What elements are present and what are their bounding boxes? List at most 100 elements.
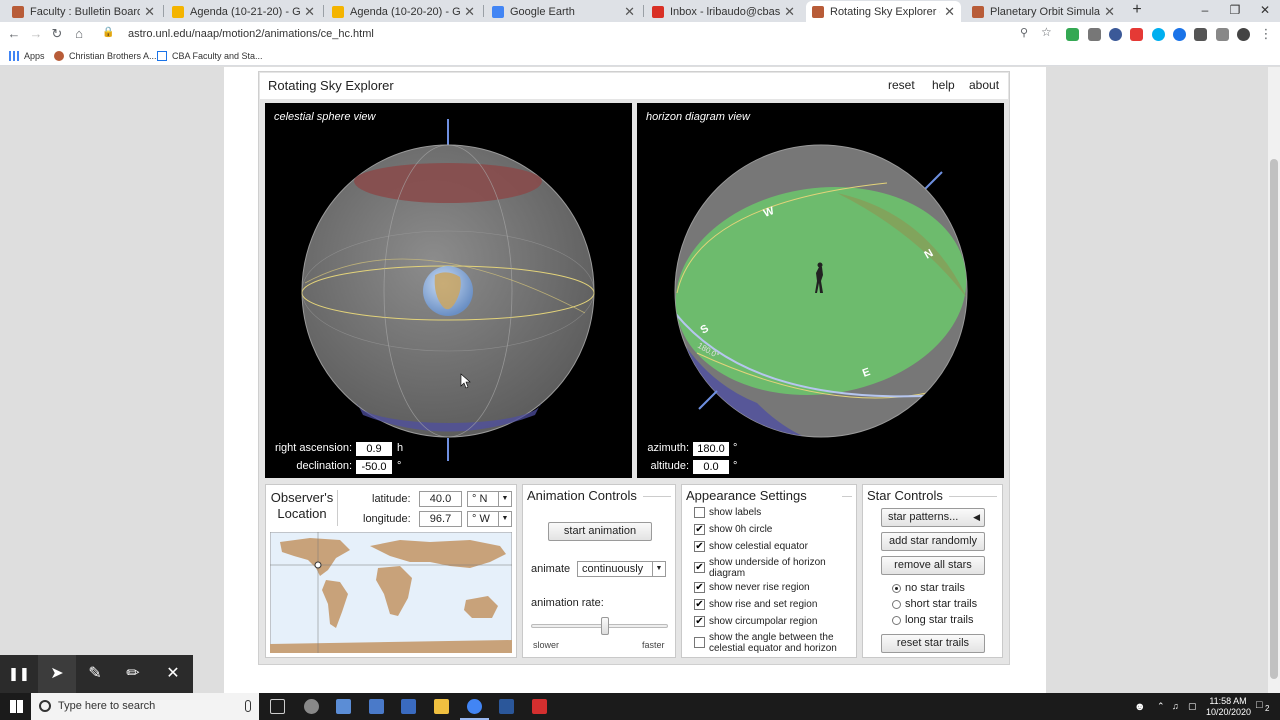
checkbox-label[interactable]: show the angle between the celestial equ…	[709, 632, 849, 654]
radio-button[interactable]	[892, 616, 901, 625]
pen-icon[interactable]: ✎	[76, 655, 114, 693]
taskbar-app-icon[interactable]	[401, 699, 416, 714]
checkbox[interactable]: ✔	[694, 524, 705, 535]
taskbar-search[interactable]: Type here to search	[31, 693, 259, 720]
browser-tab[interactable]: Faculty : Bulletin Board ✕	[6, 1, 161, 22]
celestial-sphere-graphic[interactable]	[265, 103, 632, 478]
radio-button[interactable]	[892, 600, 901, 609]
pointer-icon[interactable]: ➤	[38, 655, 76, 693]
task-view-icon[interactable]	[270, 699, 285, 714]
taskbar-app-icon[interactable]	[304, 699, 319, 714]
star-patterns-button[interactable]: star patterns... ◀	[881, 508, 985, 527]
browser-tab[interactable]: Google Earth ✕	[486, 1, 641, 22]
microphone-icon[interactable]	[245, 700, 251, 712]
word-icon[interactable]	[499, 699, 514, 714]
latitude-input[interactable]: 40.0	[419, 491, 462, 507]
add-star-button[interactable]: add star randomly	[881, 532, 985, 551]
camera-app-icon[interactable]	[336, 699, 351, 714]
browser-tab[interactable]: Inbox - lribaudo@cbasyr.org - Ch✕	[646, 1, 801, 22]
close-icon[interactable]: ✕	[944, 4, 955, 20]
checkbox-label[interactable]: show 0h circle	[709, 524, 849, 535]
checkbox[interactable]	[694, 507, 705, 518]
radio-button[interactable]	[892, 584, 901, 593]
azimuth-input[interactable]: 180.0	[693, 442, 729, 456]
checkbox[interactable]: ✔	[694, 599, 705, 610]
notifications-icon[interactable]: □	[1256, 699, 1263, 711]
network-icon[interactable]: ▢	[1188, 701, 1197, 712]
avatar[interactable]	[1237, 28, 1250, 41]
bookmark-apps[interactable]: Apps	[9, 51, 45, 61]
slider-thumb[interactable]	[601, 617, 609, 635]
close-icon[interactable]: ✕	[304, 4, 315, 20]
extension-icon[interactable]	[1088, 28, 1101, 41]
radio-label[interactable]: no star trails	[905, 583, 965, 594]
animation-rate-slider[interactable]	[531, 617, 668, 635]
checkbox-label[interactable]: show underside of horizon diagram	[709, 557, 849, 579]
browser-tab[interactable]: Rotating Sky Explorer - The Rota ✕	[806, 1, 961, 22]
menu-icon[interactable]: ⋮	[1258, 26, 1274, 42]
close-icon[interactable]: ✕	[784, 4, 795, 20]
google-drive-icon[interactable]	[1066, 28, 1079, 41]
acrobat-icon[interactable]	[532, 699, 547, 714]
checkbox-label[interactable]: show celestial equator	[709, 541, 849, 552]
horizon-diagram-view[interactable]: horizon diagram view W N S E 180.0° azim…	[637, 103, 1004, 478]
calculator-app-icon[interactable]	[369, 699, 384, 714]
help-link[interactable]: help	[932, 78, 955, 92]
checkbox[interactable]: ✔	[694, 562, 705, 573]
close-icon[interactable]: ✕	[624, 4, 635, 20]
close-icon[interactable]: ✕	[144, 4, 155, 20]
celestial-sphere-view[interactable]: celestial sphere view right ascension: 0…	[265, 103, 632, 478]
windows-start-icon[interactable]	[10, 700, 23, 713]
maximize-button[interactable]: ❐	[1218, 0, 1252, 22]
world-map[interactable]	[270, 532, 512, 653]
scrollbar[interactable]	[1268, 67, 1280, 693]
puzzle-icon[interactable]	[1194, 28, 1207, 41]
checkbox[interactable]: ✔	[694, 582, 705, 593]
reset-trails-button[interactable]: reset star trails	[881, 634, 985, 653]
extension-icon[interactable]	[1109, 28, 1122, 41]
close-icon[interactable]: ✕	[154, 655, 192, 693]
browser-tab[interactable]: Agenda (10-20-20) - Google Slid✕	[326, 1, 481, 22]
highlighter-icon[interactable]: ✏	[114, 655, 152, 693]
close-icon[interactable]: ✕	[1104, 4, 1115, 20]
address-bar[interactable]: 🔒 astro.unl.edu/naap/motion2/animations/…	[100, 25, 1060, 44]
checkbox[interactable]	[694, 637, 705, 648]
reload-icon[interactable]: ↻	[49, 26, 65, 42]
extension-icon[interactable]	[1173, 28, 1186, 41]
close-icon[interactable]: ✕	[464, 4, 475, 20]
forward-icon[interactable]: →	[28, 26, 44, 42]
window-close-button[interactable]: ✕	[1248, 0, 1280, 22]
checkbox[interactable]: ✔	[694, 541, 705, 552]
longitude-input[interactable]: 96.7	[419, 511, 462, 527]
checkbox-label[interactable]: show rise and set region	[709, 599, 849, 610]
pause-icon[interactable]: ❚❚	[0, 655, 38, 693]
skype-icon[interactable]	[1152, 28, 1165, 41]
radio-label[interactable]: short star trails	[905, 599, 977, 610]
browser-tab[interactable]: Planetary Orbit Simulator – Stude✕	[966, 1, 1121, 22]
volume-icon[interactable]: ♫	[1172, 701, 1179, 711]
scrollbar-thumb[interactable]	[1270, 159, 1278, 679]
home-icon[interactable]: ⌂	[71, 26, 87, 42]
minimize-button[interactable]: –	[1188, 0, 1222, 22]
chevron-up-icon[interactable]: ⌃	[1157, 701, 1165, 712]
start-animation-button[interactable]: start animation	[548, 522, 652, 541]
zoom-icon[interactable]: ⚲	[1020, 26, 1028, 39]
observer-location-marker[interactable]	[314, 561, 322, 569]
cast-icon[interactable]	[1216, 28, 1229, 41]
back-icon[interactable]: ←	[6, 26, 22, 42]
altitude-input[interactable]: 0.0	[693, 460, 729, 474]
bookmark-cba-faculty[interactable]: CBA Faculty and Sta...	[157, 51, 263, 61]
people-icon[interactable]: ☻	[1134, 701, 1146, 713]
radio-label[interactable]: long star trails	[905, 615, 973, 626]
longitude-direction-select[interactable]: ° W ▼	[467, 511, 512, 527]
checkbox-label[interactable]: show labels	[709, 507, 849, 518]
new-tab-button[interactable]: +	[1120, 0, 1154, 22]
checkbox[interactable]: ✔	[694, 616, 705, 627]
clock[interactable]: 11:58 AM 10/20/2020	[1206, 696, 1251, 718]
bookmark-star-icon[interactable]: ☆	[1041, 25, 1052, 39]
file-explorer-icon[interactable]	[434, 699, 449, 714]
remove-stars-button[interactable]: remove all stars	[881, 556, 985, 575]
dec-input[interactable]: -50.0	[356, 460, 392, 474]
chrome-icon[interactable]	[467, 699, 482, 714]
extension-icon[interactable]	[1130, 28, 1143, 41]
